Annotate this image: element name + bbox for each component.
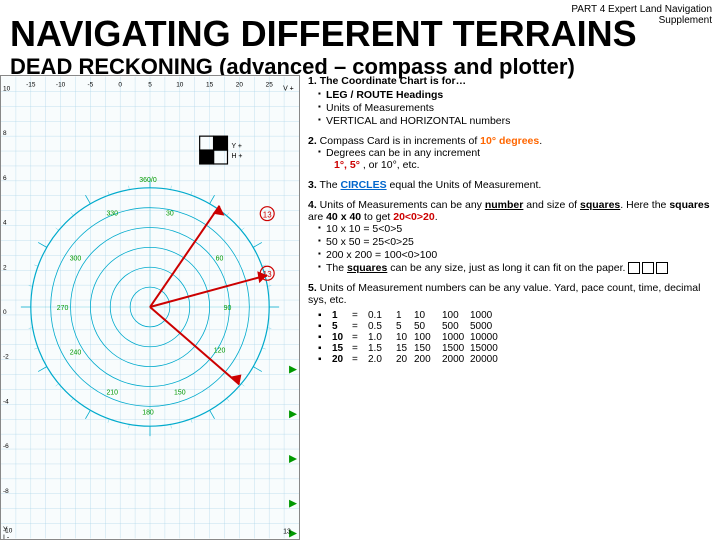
svg-text:Y: Y (3, 526, 8, 533)
svg-text:5: 5 (148, 81, 152, 88)
svg-text:-15: -15 (26, 81, 36, 88)
svg-text:-4: -4 (3, 398, 9, 405)
section-4: 4. Units of Measurements can be any numb… (308, 199, 713, 274)
svg-text:10: 10 (176, 81, 184, 88)
svg-text:0: 0 (118, 81, 122, 88)
list-item: 200 x 200 = 100<0>100 (318, 249, 713, 261)
svg-text:25: 25 (266, 81, 274, 88)
section-5: 5. Units of Measurement numbers can be a… (308, 282, 713, 365)
svg-text:4: 4 (3, 220, 7, 227)
svg-text:90: 90 (224, 305, 232, 312)
section-4-title: 4. Units of Measurements can be any numb… (308, 199, 713, 223)
svg-text:360/0: 360/0 (139, 177, 157, 184)
svg-text:-5: -5 (88, 81, 94, 88)
svg-text:30: 30 (166, 211, 174, 218)
list-item: VERTICAL and HORIZONTAL numbers (318, 115, 713, 127)
section-2-list: Degrees can be in any increment 1°, 5° ,… (308, 147, 713, 171)
svg-text:13: 13 (283, 528, 291, 535)
main-title: NAVIGATING DIFFERENT TERRAINS (10, 14, 637, 54)
svg-text:210: 210 (106, 389, 118, 396)
svg-text:Y +: Y + (231, 143, 241, 150)
svg-text:H +: H + (231, 153, 242, 160)
section-2: 2. Compass Card is in increments of 10° … (308, 135, 713, 171)
section-2-title: 2. Compass Card is in increments of 10° … (308, 135, 713, 147)
svg-text:-8: -8 (3, 488, 9, 495)
coordinate-chart: 360/0 30 60 90 120 150 180 210 240 270 3… (0, 75, 300, 540)
table-row: ▪ 5 = 0.5 5 50 500 5000 (318, 321, 506, 332)
svg-text:13: 13 (263, 270, 272, 279)
list-item: Degrees can be in any increment 1°, 5° ,… (318, 147, 713, 171)
svg-text:V +: V + (283, 85, 294, 92)
content-area: 1. The Coordinate Chart is for… LEG / RO… (308, 75, 713, 540)
svg-text:300: 300 (70, 255, 82, 262)
svg-text:-6: -6 (3, 443, 9, 450)
list-item: The squares can be any size, just as lon… (318, 262, 713, 274)
section-3: 3. The CIRCLES equal the Units of Measur… (308, 179, 713, 191)
svg-text:10: 10 (3, 85, 11, 92)
list-item: LEG / ROUTE Headings (318, 89, 713, 101)
svg-text:15: 15 (206, 81, 214, 88)
svg-text:240: 240 (70, 350, 82, 357)
section-1-list: LEG / ROUTE Headings Units of Measuremen… (308, 89, 713, 127)
svg-text:8: 8 (3, 130, 7, 137)
svg-text:180: 180 (142, 409, 154, 416)
table-row: ▪ 10 = 1.0 10 100 1000 10000 (318, 332, 506, 343)
section-5-title: 5. Units of Measurement numbers can be a… (308, 282, 713, 306)
svg-text:20: 20 (236, 81, 244, 88)
svg-text:0: 0 (3, 309, 7, 316)
header-line2: Supplement (659, 15, 712, 26)
svg-text:2: 2 (3, 264, 7, 271)
svg-text:-10: -10 (56, 81, 66, 88)
section-4-list: 10 x 10 = 5<0>5 50 x 50 = 25<0>25 200 x … (308, 223, 713, 274)
svg-text:13: 13 (263, 211, 272, 220)
section-5-table: ▪ 1 = 0.1 1 10 100 1000 ▪ 5 = 0.5 (318, 310, 713, 365)
svg-text:330: 330 (106, 211, 118, 218)
svg-text:120: 120 (214, 348, 226, 355)
section-1: 1. The Coordinate Chart is for… LEG / RO… (308, 75, 713, 127)
table-row: ▪ 15 = 1.5 15 150 1500 15000 (318, 343, 506, 354)
svg-text:I -: I - (3, 534, 9, 539)
list-item: 10 x 10 = 5<0>5 (318, 223, 713, 235)
section-1-title: 1. The Coordinate Chart is for… (308, 75, 713, 87)
svg-text:6: 6 (3, 175, 7, 182)
list-item: Units of Measurements (318, 102, 713, 114)
list-item: 50 x 50 = 25<0>25 (318, 236, 713, 248)
square-icon (628, 262, 668, 274)
section-3-title: 3. The CIRCLES equal the Units of Measur… (308, 179, 713, 191)
svg-text:60: 60 (216, 255, 224, 262)
svg-text:-2: -2 (3, 354, 9, 361)
svg-text:150: 150 (174, 389, 186, 396)
table-row: ▪ 1 = 0.1 1 10 100 1000 (318, 310, 506, 321)
svg-text:270: 270 (57, 305, 69, 312)
table-row: ▪ 20 = 2.0 20 200 2000 20000 (318, 354, 506, 365)
